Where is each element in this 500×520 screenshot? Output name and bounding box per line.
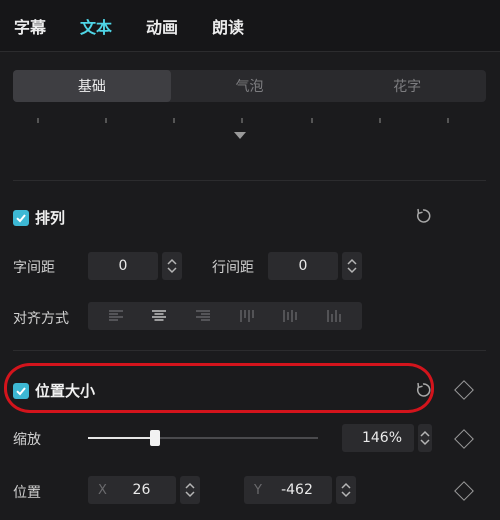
scale-value: 146%: [361, 430, 402, 446]
scale-slider-thumb[interactable]: [150, 430, 160, 446]
arrangement-reset-icon[interactable]: [413, 206, 433, 226]
arrangement-title: 排列: [35, 209, 66, 227]
position-size-keyframe-icon[interactable]: [454, 380, 474, 400]
scale-input[interactable]: 146%: [342, 424, 414, 452]
line-spacing-stepper[interactable]: [342, 252, 362, 280]
subtab-basic[interactable]: 基础: [13, 70, 171, 102]
align-left-button[interactable]: [104, 305, 128, 327]
divider: [13, 350, 486, 351]
position-size-title: 位置大小: [35, 382, 96, 400]
tab-subtitle[interactable]: 字幕: [14, 14, 46, 38]
updown-chevron-icon: [347, 258, 357, 274]
text-properties-panel: 基础 气泡 花字 排列 字间距 0 行间距 0 对齐方式 位置大小 缩放 146…: [0, 52, 500, 520]
updown-chevron-icon: [185, 482, 195, 498]
check-icon: [16, 386, 26, 395]
scale-slider-fill: [88, 437, 155, 439]
align-center-icon: [152, 310, 167, 321]
line-spacing-label: 行间距: [212, 260, 254, 276]
position-y-stepper[interactable]: [336, 476, 356, 504]
tab-text[interactable]: 文本: [80, 14, 112, 38]
position-y-input[interactable]: Y -462: [244, 476, 332, 504]
alignment-label: 对齐方式: [13, 311, 69, 327]
vertical-align-middle-icon: [283, 310, 298, 322]
divider: [13, 180, 486, 181]
align-right-button[interactable]: [191, 305, 215, 327]
tab-animation[interactable]: 动画: [146, 14, 178, 38]
char-spacing-input[interactable]: 0: [88, 252, 158, 280]
updown-chevron-icon: [167, 258, 177, 274]
line-spacing-input[interactable]: 0: [268, 252, 338, 280]
align-center-button[interactable]: [147, 305, 171, 327]
scale-slider[interactable]: [88, 430, 318, 446]
subtab-fancy-text[interactable]: 花字: [328, 70, 486, 102]
line-spacing-value: 0: [298, 258, 308, 274]
vertical-align-bottom-button[interactable]: [322, 305, 346, 327]
position-x-value: 26: [132, 482, 151, 498]
vertical-align-bottom-icon: [327, 310, 341, 322]
position-x-input[interactable]: X 26: [88, 476, 176, 504]
subtab-bubble[interactable]: 气泡: [171, 70, 329, 102]
char-spacing-label: 字间距: [13, 260, 55, 276]
position-y-value: -462: [281, 482, 313, 498]
arrangement-checkbox[interactable]: [13, 209, 29, 226]
scale-keyframe-icon[interactable]: [454, 429, 474, 449]
top-tab-bar: 字幕 文本 动画 朗读: [0, 0, 500, 52]
char-spacing-value: 0: [118, 258, 128, 274]
y-prefix: Y: [254, 482, 262, 498]
check-icon: [16, 213, 26, 222]
align-right-icon: [196, 310, 211, 321]
position-keyframe-icon[interactable]: [454, 481, 474, 501]
vertical-align-top-icon: [240, 310, 254, 322]
expand-caret-icon[interactable]: [234, 132, 246, 139]
vertical-align-middle-button[interactable]: [278, 305, 302, 327]
position-size-section-header: 位置大小: [13, 380, 95, 401]
updown-chevron-icon: [420, 430, 430, 446]
position-x-stepper[interactable]: [180, 476, 200, 504]
arrangement-section-header: 排列: [13, 207, 65, 228]
align-left-icon: [108, 310, 123, 321]
updown-chevron-icon: [341, 482, 351, 498]
position-label: 位置: [13, 485, 41, 501]
position-size-checkbox[interactable]: [13, 382, 29, 399]
alignment-button-group: [88, 302, 362, 330]
tab-read-aloud[interactable]: 朗读: [212, 14, 244, 38]
position-size-reset-icon[interactable]: [413, 380, 433, 400]
x-prefix: X: [98, 482, 107, 498]
char-spacing-stepper[interactable]: [162, 252, 182, 280]
scale-label: 缩放: [13, 432, 41, 448]
vertical-align-top-button[interactable]: [235, 305, 259, 327]
style-segmented-control: 基础 气泡 花字: [13, 70, 486, 102]
preset-ruler: [13, 118, 486, 126]
scale-stepper[interactable]: [418, 424, 432, 452]
